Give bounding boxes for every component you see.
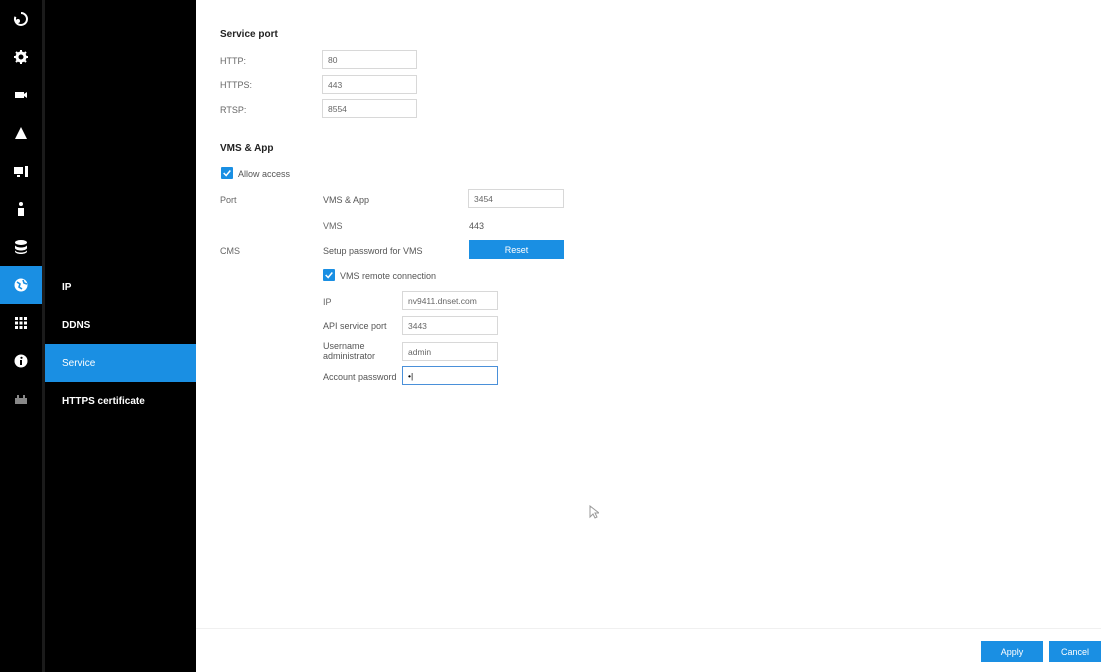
submenu-item-ddns[interactable]: DDNS bbox=[45, 306, 196, 344]
vms-app-port-input[interactable]: 3454 bbox=[468, 189, 564, 208]
check-icon bbox=[325, 272, 333, 279]
service-port-title: Service port bbox=[220, 29, 278, 40]
submenu-item-label: Service bbox=[62, 357, 96, 369]
info-icon[interactable] bbox=[0, 342, 42, 380]
plugin-icon[interactable] bbox=[0, 380, 42, 418]
vms-port-label: VMS bbox=[323, 221, 343, 231]
footer-divider bbox=[196, 628, 1101, 629]
submenu-item-ip[interactable]: IP bbox=[45, 268, 196, 306]
camera-icon[interactable] bbox=[0, 76, 42, 114]
allow-access-checkbox[interactable] bbox=[221, 167, 233, 179]
monitor-icon[interactable] bbox=[0, 152, 42, 190]
account-password-label: Account password bbox=[323, 372, 397, 382]
setup-password-label: Setup password for VMS bbox=[323, 246, 423, 256]
person-icon[interactable] bbox=[0, 190, 42, 228]
submenu-item-service[interactable]: Service bbox=[45, 344, 196, 382]
main-content: Service port HTTP: 80 HTTPS: 443 RTSP: 8… bbox=[196, 0, 1101, 672]
username-label: Username administrator bbox=[323, 341, 375, 361]
alert-icon[interactable] bbox=[0, 114, 42, 152]
username-label-line-2: administrator bbox=[323, 351, 376, 361]
cancel-button[interactable]: Cancel bbox=[1049, 641, 1101, 662]
ip-input[interactable]: nv9411.dnset.com bbox=[402, 291, 498, 310]
submenu: IP DDNS Service HTTPS certificate bbox=[45, 0, 196, 672]
database-icon[interactable] bbox=[0, 228, 42, 266]
check-icon bbox=[223, 170, 231, 177]
port-label: Port bbox=[220, 195, 237, 205]
vms-remote-connection-checkbox[interactable] bbox=[323, 269, 335, 281]
cms-label: CMS bbox=[220, 246, 240, 256]
http-port-input[interactable]: 80 bbox=[322, 50, 417, 69]
http-label: HTTP: bbox=[220, 56, 246, 66]
icon-rail bbox=[0, 0, 42, 672]
account-password-input[interactable]: •| bbox=[402, 366, 498, 385]
rtsp-label: RTSP: bbox=[220, 105, 247, 115]
rtsp-port-input[interactable]: 8554 bbox=[322, 99, 417, 118]
username-input[interactable]: admin bbox=[402, 342, 498, 361]
submenu-item-label: DDNS bbox=[62, 319, 91, 331]
apply-button[interactable]: Apply bbox=[981, 641, 1043, 662]
submenu-item-label: HTTPS certificate bbox=[62, 395, 145, 407]
network-icon[interactable] bbox=[0, 266, 42, 304]
https-port-input[interactable]: 443 bbox=[322, 75, 417, 94]
refresh-icon[interactable] bbox=[0, 0, 42, 38]
https-label: HTTPS: bbox=[220, 80, 253, 90]
mouse-cursor-icon bbox=[589, 504, 601, 521]
reset-button[interactable]: Reset bbox=[469, 240, 564, 259]
submenu-item-https-certificate[interactable]: HTTPS certificate bbox=[45, 382, 196, 420]
vms-remote-connection-label: VMS remote connection bbox=[340, 271, 437, 281]
apps-icon[interactable] bbox=[0, 304, 42, 342]
submenu-item-label: IP bbox=[62, 281, 72, 293]
ip-label: IP bbox=[323, 297, 332, 307]
api-service-port-input[interactable]: 3443 bbox=[402, 316, 498, 335]
allow-access-label: Allow access bbox=[238, 169, 291, 179]
vms-port-value: 443 bbox=[469, 221, 485, 231]
gear-icon[interactable] bbox=[0, 38, 42, 76]
username-label-line-1: Username bbox=[323, 341, 365, 351]
api-service-port-label: API service port bbox=[323, 321, 387, 331]
vms-app-title: VMS & App bbox=[220, 143, 274, 154]
vms-app-port-label: VMS & App bbox=[323, 195, 370, 205]
